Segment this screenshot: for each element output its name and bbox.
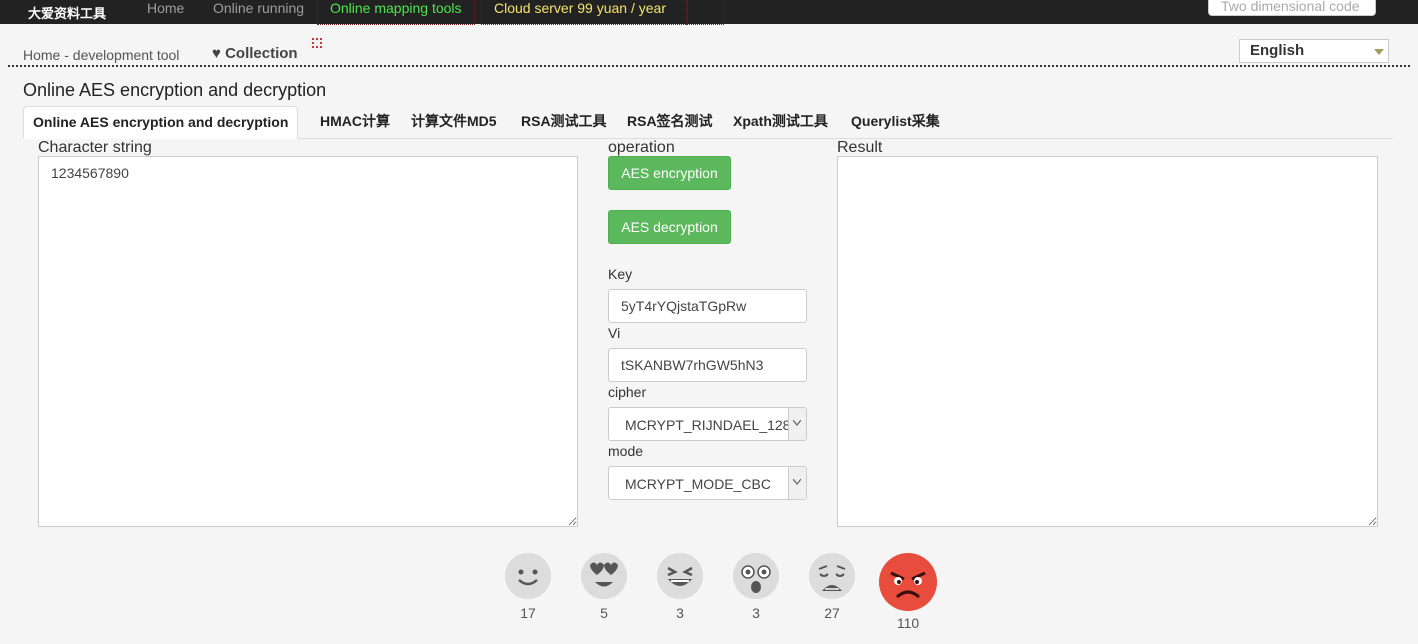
nav-online-running[interactable]: Online running bbox=[213, 0, 304, 24]
operation-label: operation bbox=[608, 139, 675, 156]
tab-md5[interactable]: 计算文件MD5 bbox=[411, 106, 497, 137]
result-label: Result bbox=[837, 139, 883, 156]
reaction-count: 3 bbox=[752, 605, 760, 621]
mode-label: mode bbox=[608, 443, 644, 459]
nav-online-mapping-tools[interactable]: Online mapping tools bbox=[317, 0, 475, 25]
input-textarea[interactable]: 1234567890 bbox=[38, 156, 578, 527]
surprised-emoji-icon bbox=[733, 553, 779, 599]
cipher-value: MCRYPT_RIJNDAEL_128 bbox=[625, 417, 791, 433]
top-navbar: 大爱资料工具 Home Online running Online mappin… bbox=[0, 0, 1418, 25]
reaction-count: 110 bbox=[896, 615, 920, 631]
mode-value: MCRYPT_MODE_CBC bbox=[625, 476, 771, 492]
crying-emoji-icon bbox=[809, 553, 855, 599]
reaction-count: 27 bbox=[824, 605, 840, 621]
page-title: Online AES encryption and decryption bbox=[23, 80, 327, 100]
reaction-love[interactable]: 5 bbox=[579, 553, 629, 621]
tab-querylist[interactable]: Querylist采集 bbox=[851, 106, 940, 137]
qr-code-search-input[interactable]: Two dimensional code bbox=[1208, 0, 1376, 16]
tab-aes[interactable]: Online AES encryption and decryption bbox=[23, 106, 299, 139]
aes-encrypt-button[interactable]: AES encryption bbox=[608, 156, 731, 190]
tab-hmac[interactable]: HMAC计算 bbox=[320, 106, 390, 137]
collection-link[interactable]: ♥ Collection bbox=[212, 45, 298, 62]
reaction-angry[interactable]: 110 bbox=[877, 553, 939, 631]
dots-icon[interactable] bbox=[312, 38, 322, 48]
nav-empty-slot[interactable] bbox=[686, 0, 724, 25]
collection-label: Collection bbox=[225, 45, 298, 62]
tab-rsa-sign[interactable]: RSA签名测试 bbox=[627, 106, 713, 137]
breadcrumb-home[interactable]: Home - development tool bbox=[23, 47, 179, 63]
vi-label: Vi bbox=[608, 325, 621, 341]
chevron-down-icon bbox=[788, 408, 806, 440]
cipher-label: cipher bbox=[608, 384, 647, 400]
site-logo[interactable]: 大爱资料工具 bbox=[28, 3, 106, 22]
reaction-count: 17 bbox=[520, 605, 536, 621]
heart-eyes-emoji-icon bbox=[581, 553, 627, 599]
tool-tabs: Online AES encryption and decryption HMA… bbox=[23, 106, 1393, 139]
reaction-sad[interactable]: 27 bbox=[807, 553, 857, 621]
tab-rsa-test[interactable]: RSA测试工具 bbox=[521, 106, 607, 137]
mode-select[interactable]: MCRYPT_MODE_CBC bbox=[608, 466, 807, 500]
angry-emoji-icon bbox=[879, 553, 937, 611]
heart-icon: ♥ bbox=[212, 45, 221, 62]
smile-emoji-icon bbox=[505, 553, 551, 599]
reaction-count: 3 bbox=[676, 605, 684, 621]
reaction-smile[interactable]: 17 bbox=[503, 553, 553, 621]
result-textarea[interactable] bbox=[837, 156, 1378, 527]
reaction-count: 5 bbox=[600, 605, 608, 621]
reaction-laugh[interactable]: 3 bbox=[655, 553, 705, 621]
vi-input[interactable] bbox=[608, 348, 807, 382]
key-input[interactable] bbox=[608, 289, 807, 323]
chevron-down-icon bbox=[1374, 49, 1384, 55]
nav-home[interactable]: Home bbox=[147, 0, 184, 24]
reaction-surprised[interactable]: 3 bbox=[731, 553, 781, 621]
chevron-down-icon bbox=[788, 467, 806, 499]
key-label: Key bbox=[608, 266, 633, 282]
cipher-select[interactable]: MCRYPT_RIJNDAEL_128 bbox=[608, 407, 807, 441]
aes-decrypt-button[interactable]: AES decryption bbox=[608, 210, 731, 244]
language-value: English bbox=[1250, 42, 1305, 59]
divider bbox=[8, 65, 1410, 67]
language-select[interactable]: English bbox=[1239, 39, 1389, 63]
tab-xpath[interactable]: Xpath测试工具 bbox=[733, 106, 828, 137]
nav-cloud-server[interactable]: Cloud server 99 yuan / year bbox=[481, 0, 688, 25]
laughing-emoji-icon bbox=[657, 553, 703, 599]
input-label: Character string bbox=[38, 139, 152, 156]
